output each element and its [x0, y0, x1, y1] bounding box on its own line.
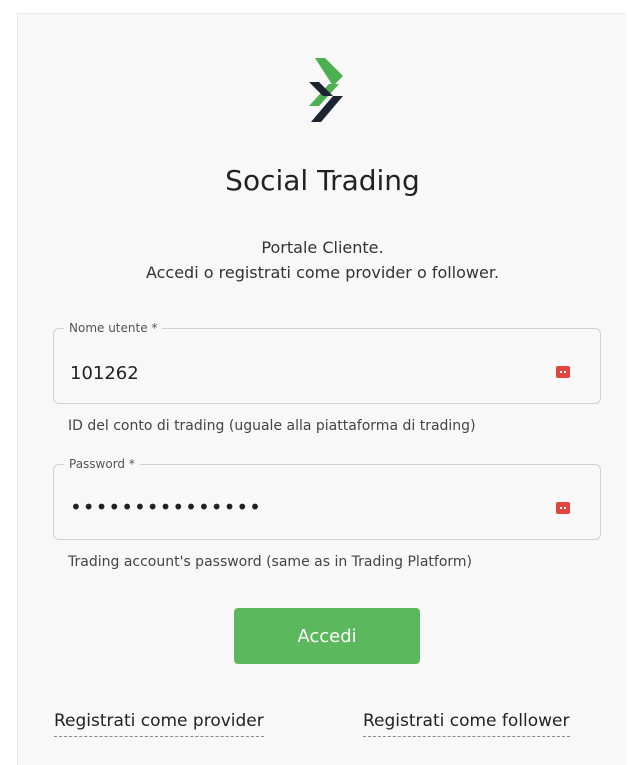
username-hint: ID del conto di trading (uguale alla pia…: [68, 418, 476, 434]
login-button[interactable]: Accedi: [234, 608, 420, 664]
login-card: Social Trading Portale Cliente. Accedi o…: [17, 13, 626, 765]
password-manager-icon[interactable]: [556, 366, 570, 378]
password-input[interactable]: •••••••••••••••: [70, 496, 262, 518]
page-subtitle: Portale Cliente. Accedi o registrati com…: [18, 235, 627, 285]
username-input[interactable]: 101262: [70, 363, 139, 385]
password-hint: Trading account's password (same as in T…: [68, 554, 472, 570]
subtitle-line-1: Portale Cliente.: [261, 238, 384, 257]
username-field[interactable]: Nome utente * 101262: [53, 320, 601, 404]
username-label: Nome utente *: [64, 320, 163, 336]
password-field[interactable]: Password * •••••••••••••••: [53, 456, 601, 540]
password-label: Password *: [64, 456, 140, 472]
register-follower-link[interactable]: Registrati come follower: [363, 711, 570, 737]
register-provider-link[interactable]: Registrati come provider: [54, 711, 264, 737]
brand-logo-icon: [309, 58, 343, 122]
subtitle-line-2: Accedi o registrati come provider o foll…: [145, 263, 500, 282]
page-title: Social Trading: [225, 164, 420, 197]
password-manager-icon[interactable]: [556, 502, 570, 514]
